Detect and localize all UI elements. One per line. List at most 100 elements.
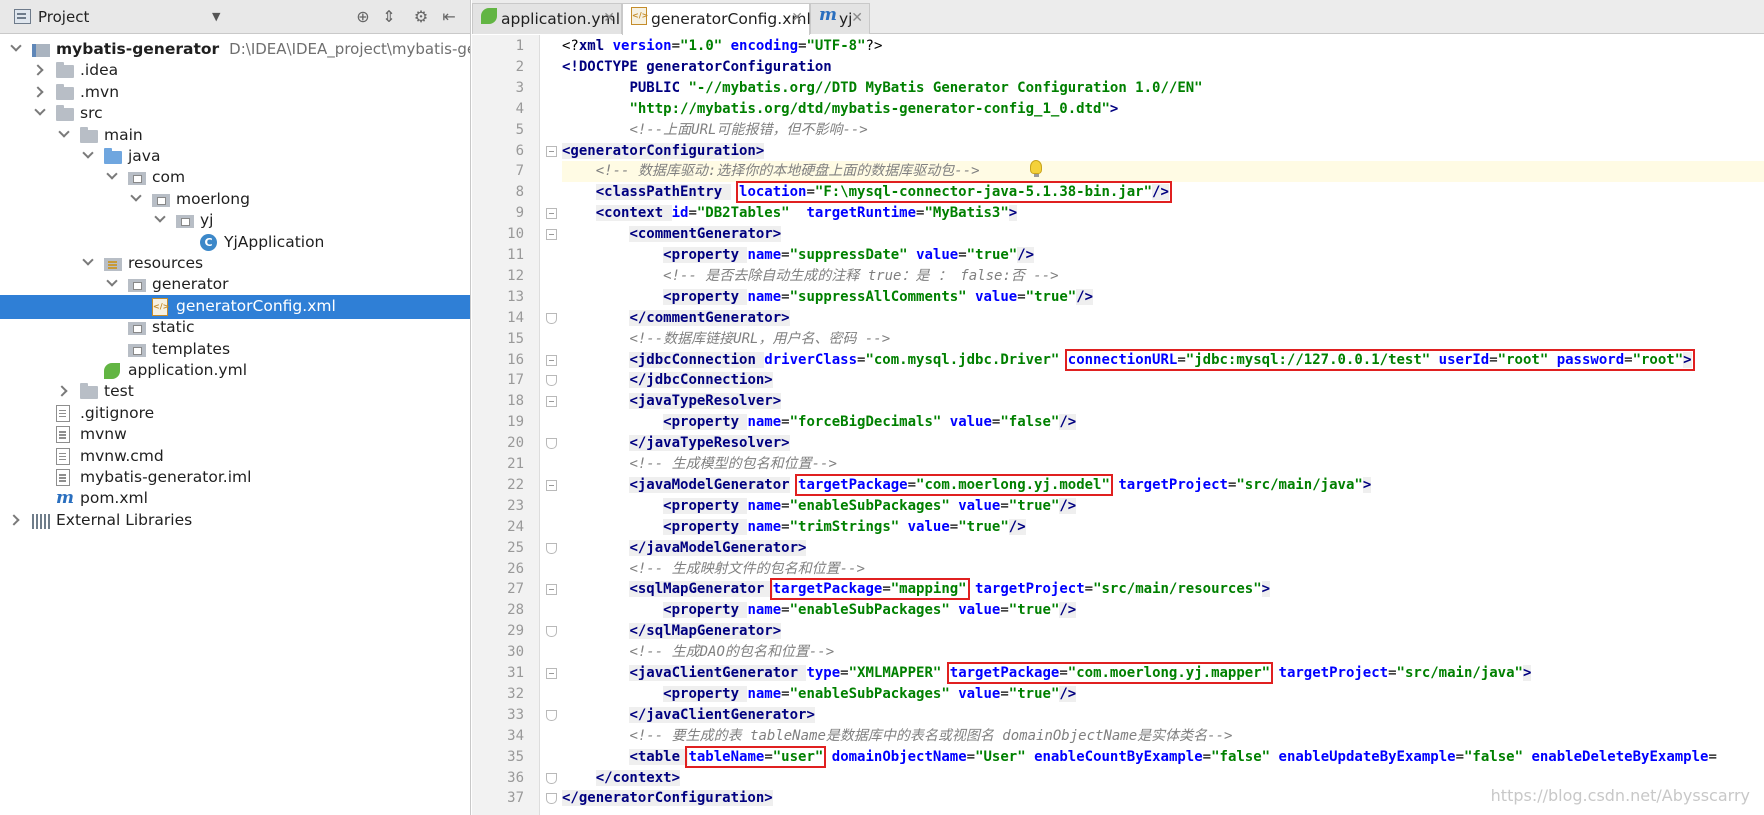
- tree-item-external-libraries[interactable]: External Libraries: [0, 509, 470, 533]
- hide-panel-icon[interactable]: ⇤: [438, 6, 460, 28]
- chevron-down-icon[interactable]: [58, 125, 70, 138]
- chevron-down-icon[interactable]: [154, 211, 166, 223]
- fold-minus-icon[interactable]: [546, 396, 557, 408]
- tab-yj[interactable]: m yj ✕: [810, 3, 870, 34]
- fold-minus-icon[interactable]: [546, 668, 557, 679]
- chevron-down-icon[interactable]: [82, 147, 94, 159]
- intention-bulb-icon[interactable]: [1030, 160, 1042, 177]
- chevron-right-icon[interactable]: [56, 385, 68, 398]
- code-line[interactable]: <generatorConfiguration>: [562, 141, 1764, 162]
- code-line[interactable]: </javaTypeResolver>: [562, 433, 1764, 454]
- tree-item-src[interactable]: src: [0, 102, 470, 126]
- code-line[interactable]: <javaClientGenerator type="XMLMAPPER" ta…: [562, 662, 1764, 684]
- fold-minus-icon[interactable]: [546, 479, 557, 491]
- fold-end-icon[interactable]: [546, 626, 557, 638]
- code-line[interactable]: <property name="trimStrings" value="true…: [562, 517, 1764, 538]
- fold-end-icon[interactable]: [546, 772, 557, 784]
- code-line[interactable]: <!-- 是否去除自动生成的注释 true：是 ： false:否 -->: [562, 266, 1764, 287]
- chevron-right-icon[interactable]: [8, 514, 20, 526]
- chevron-down-icon[interactable]: [34, 104, 46, 116]
- code-line[interactable]: <property name="enableSubPackages" value…: [562, 684, 1764, 705]
- tree-item-application-yml[interactable]: application.yml: [0, 359, 470, 383]
- tree-item-templates[interactable]: templates: [0, 338, 470, 362]
- tree-item-mvn[interactable]: .mvn: [0, 81, 470, 105]
- tree-item-com[interactable]: com: [0, 166, 470, 190]
- fold-end-icon[interactable]: [546, 375, 557, 387]
- close-icon[interactable]: ✕: [603, 10, 615, 26]
- tree-item-moerlong[interactable]: moerlong: [0, 188, 470, 212]
- code-text-area[interactable]: <?xml version="1.0" encoding="UTF-8"?> <!…: [562, 35, 1764, 815]
- chevron-right-icon[interactable]: [32, 86, 44, 98]
- code-line[interactable]: <commentGenerator>: [562, 224, 1764, 245]
- code-line[interactable]: <classPathEntry location="F:\mysql-conne…: [562, 181, 1764, 204]
- code-line[interactable]: </javaModelGenerator>: [562, 538, 1764, 559]
- fold-minus-icon[interactable]: [546, 354, 557, 366]
- fold-minus-icon[interactable]: [546, 145, 557, 157]
- code-line[interactable]: <!DOCTYPE generatorConfiguration: [562, 57, 1764, 78]
- tree-item-generator[interactable]: generator: [0, 273, 470, 297]
- code-line[interactable]: </sqlMapGenerator>: [562, 621, 1764, 642]
- code-line[interactable]: <!--上面URL可能报错，但不影响-->: [562, 120, 1764, 141]
- fold-end-icon[interactable]: [546, 709, 557, 721]
- code-line[interactable]: <!-- 生成DAO的包名和位置-->: [562, 642, 1764, 663]
- fold-end-icon[interactable]: [546, 438, 557, 450]
- code-line[interactable]: <property name="suppressAllComments" val…: [562, 287, 1764, 308]
- collapse-all-icon[interactable]: ⇕: [378, 6, 400, 28]
- tree-item-static[interactable]: static: [0, 316, 470, 340]
- tree-item-main[interactable]: main: [0, 124, 470, 148]
- tree-item-generatorconfig-xml[interactable]: </> generatorConfig.xml: [0, 294, 470, 319]
- tree-item-gitignore[interactable]: .gitignore: [0, 402, 470, 426]
- fold-end-icon[interactable]: [546, 312, 557, 324]
- fold-minus-icon[interactable]: [546, 584, 557, 596]
- tree-item-mvnw-cmd[interactable]: mvnw.cmd: [0, 445, 470, 469]
- tree-item-resources[interactable]: resources: [0, 252, 470, 276]
- code-line[interactable]: </javaClientGenerator>: [562, 705, 1764, 726]
- chevron-down-icon[interactable]: [130, 190, 142, 202]
- chevron-down-icon[interactable]: [82, 254, 94, 266]
- code-line[interactable]: <property name="forceBigDecimals" value=…: [562, 412, 1764, 433]
- code-line[interactable]: <property name="enableSubPackages" value…: [562, 600, 1764, 621]
- locate-icon[interactable]: ⊕: [352, 6, 374, 28]
- code-line[interactable]: <!-- 生成映射文件的包名和位置-->: [562, 559, 1764, 580]
- code-line[interactable]: </jdbcConnection>: [562, 370, 1764, 391]
- chevron-down-icon[interactable]: [10, 40, 22, 52]
- tree-item-mvnw[interactable]: mvnw: [0, 423, 470, 447]
- code-line[interactable]: <context id="DB2Tables" targetRuntime="M…: [562, 203, 1764, 224]
- tree-item-mybatis-generator[interactable]: mybatis-generator D:\IDEA\IDEA_project\my…: [0, 38, 470, 62]
- code-line[interactable]: PUBLIC "-//mybatis.org//DTD MyBatis Gene…: [562, 78, 1764, 99]
- tree-item-test[interactable]: test: [0, 380, 470, 404]
- code-line[interactable]: <jdbcConnection driverClass = "com.mysql.j…: [562, 348, 1764, 371]
- code-line[interactable]: <sqlMapGenerator targetPackage="mapping"…: [562, 578, 1764, 601]
- close-icon[interactable]: ✕: [791, 10, 803, 26]
- code-line[interactable]: <javaModelGenerator targetPackage="com.m…: [562, 473, 1764, 496]
- tree-item-yj[interactable]: yj: [0, 209, 470, 233]
- tree-item-idea[interactable]: .idea: [0, 59, 470, 83]
- code-line[interactable]: <!-- 要生成的表 tableName是数据库中的表名或视图名 domainO…: [562, 726, 1764, 747]
- tab-application-yml[interactable]: application.yml ✕: [472, 3, 622, 34]
- code-line[interactable]: <!-- 生成模型的包名和位置-->: [562, 454, 1764, 475]
- chevron-down-icon[interactable]: [106, 275, 118, 288]
- code-line[interactable]: <javaTypeResolver>: [562, 391, 1764, 412]
- project-view-selector[interactable]: Project: [38, 8, 89, 26]
- chevron-down-icon[interactable]: ▼: [212, 10, 220, 23]
- code-line[interactable]: <property name="suppressDate" value="tru…: [562, 245, 1764, 266]
- fold-end-icon[interactable]: [546, 542, 557, 554]
- code-line[interactable]: <property name="enableSubPackages" value…: [562, 496, 1764, 517]
- code-line[interactable]: <!-- 数据库驱动:选择你的本地硬盘上面的数据库驱动包-->: [562, 161, 1764, 183]
- chevron-down-icon[interactable]: [106, 168, 118, 181]
- fold-minus-icon[interactable]: [546, 229, 557, 241]
- close-icon[interactable]: ✕: [851, 10, 863, 26]
- tree-item-java[interactable]: java: [0, 145, 470, 169]
- code-line[interactable]: <table tableName="user" domainObjectName…: [562, 745, 1764, 768]
- code-line[interactable]: <!--数据库链接URL，用户名、密码 -->: [562, 329, 1764, 350]
- tree-item-yjapplication[interactable]: C YjApplication: [0, 231, 470, 255]
- fold-end-icon[interactable]: [546, 793, 557, 805]
- gear-icon[interactable]: ⚙: [410, 6, 432, 28]
- chevron-right-icon[interactable]: [32, 64, 44, 77]
- code-line[interactable]: <?xml version="1.0" encoding="UTF-8"?>: [562, 36, 1764, 57]
- tree-item-pom-xml[interactable]: m pom.xml: [0, 487, 470, 511]
- code-line[interactable]: "http://mybatis.org/dtd/mybatis-generato…: [562, 99, 1764, 120]
- fold-minus-icon[interactable]: [546, 208, 557, 220]
- tab-generatorconfig-xml[interactable]: </> generatorConfig.xml ✕: [622, 3, 811, 35]
- code-line[interactable]: </commentGenerator>: [562, 308, 1764, 329]
